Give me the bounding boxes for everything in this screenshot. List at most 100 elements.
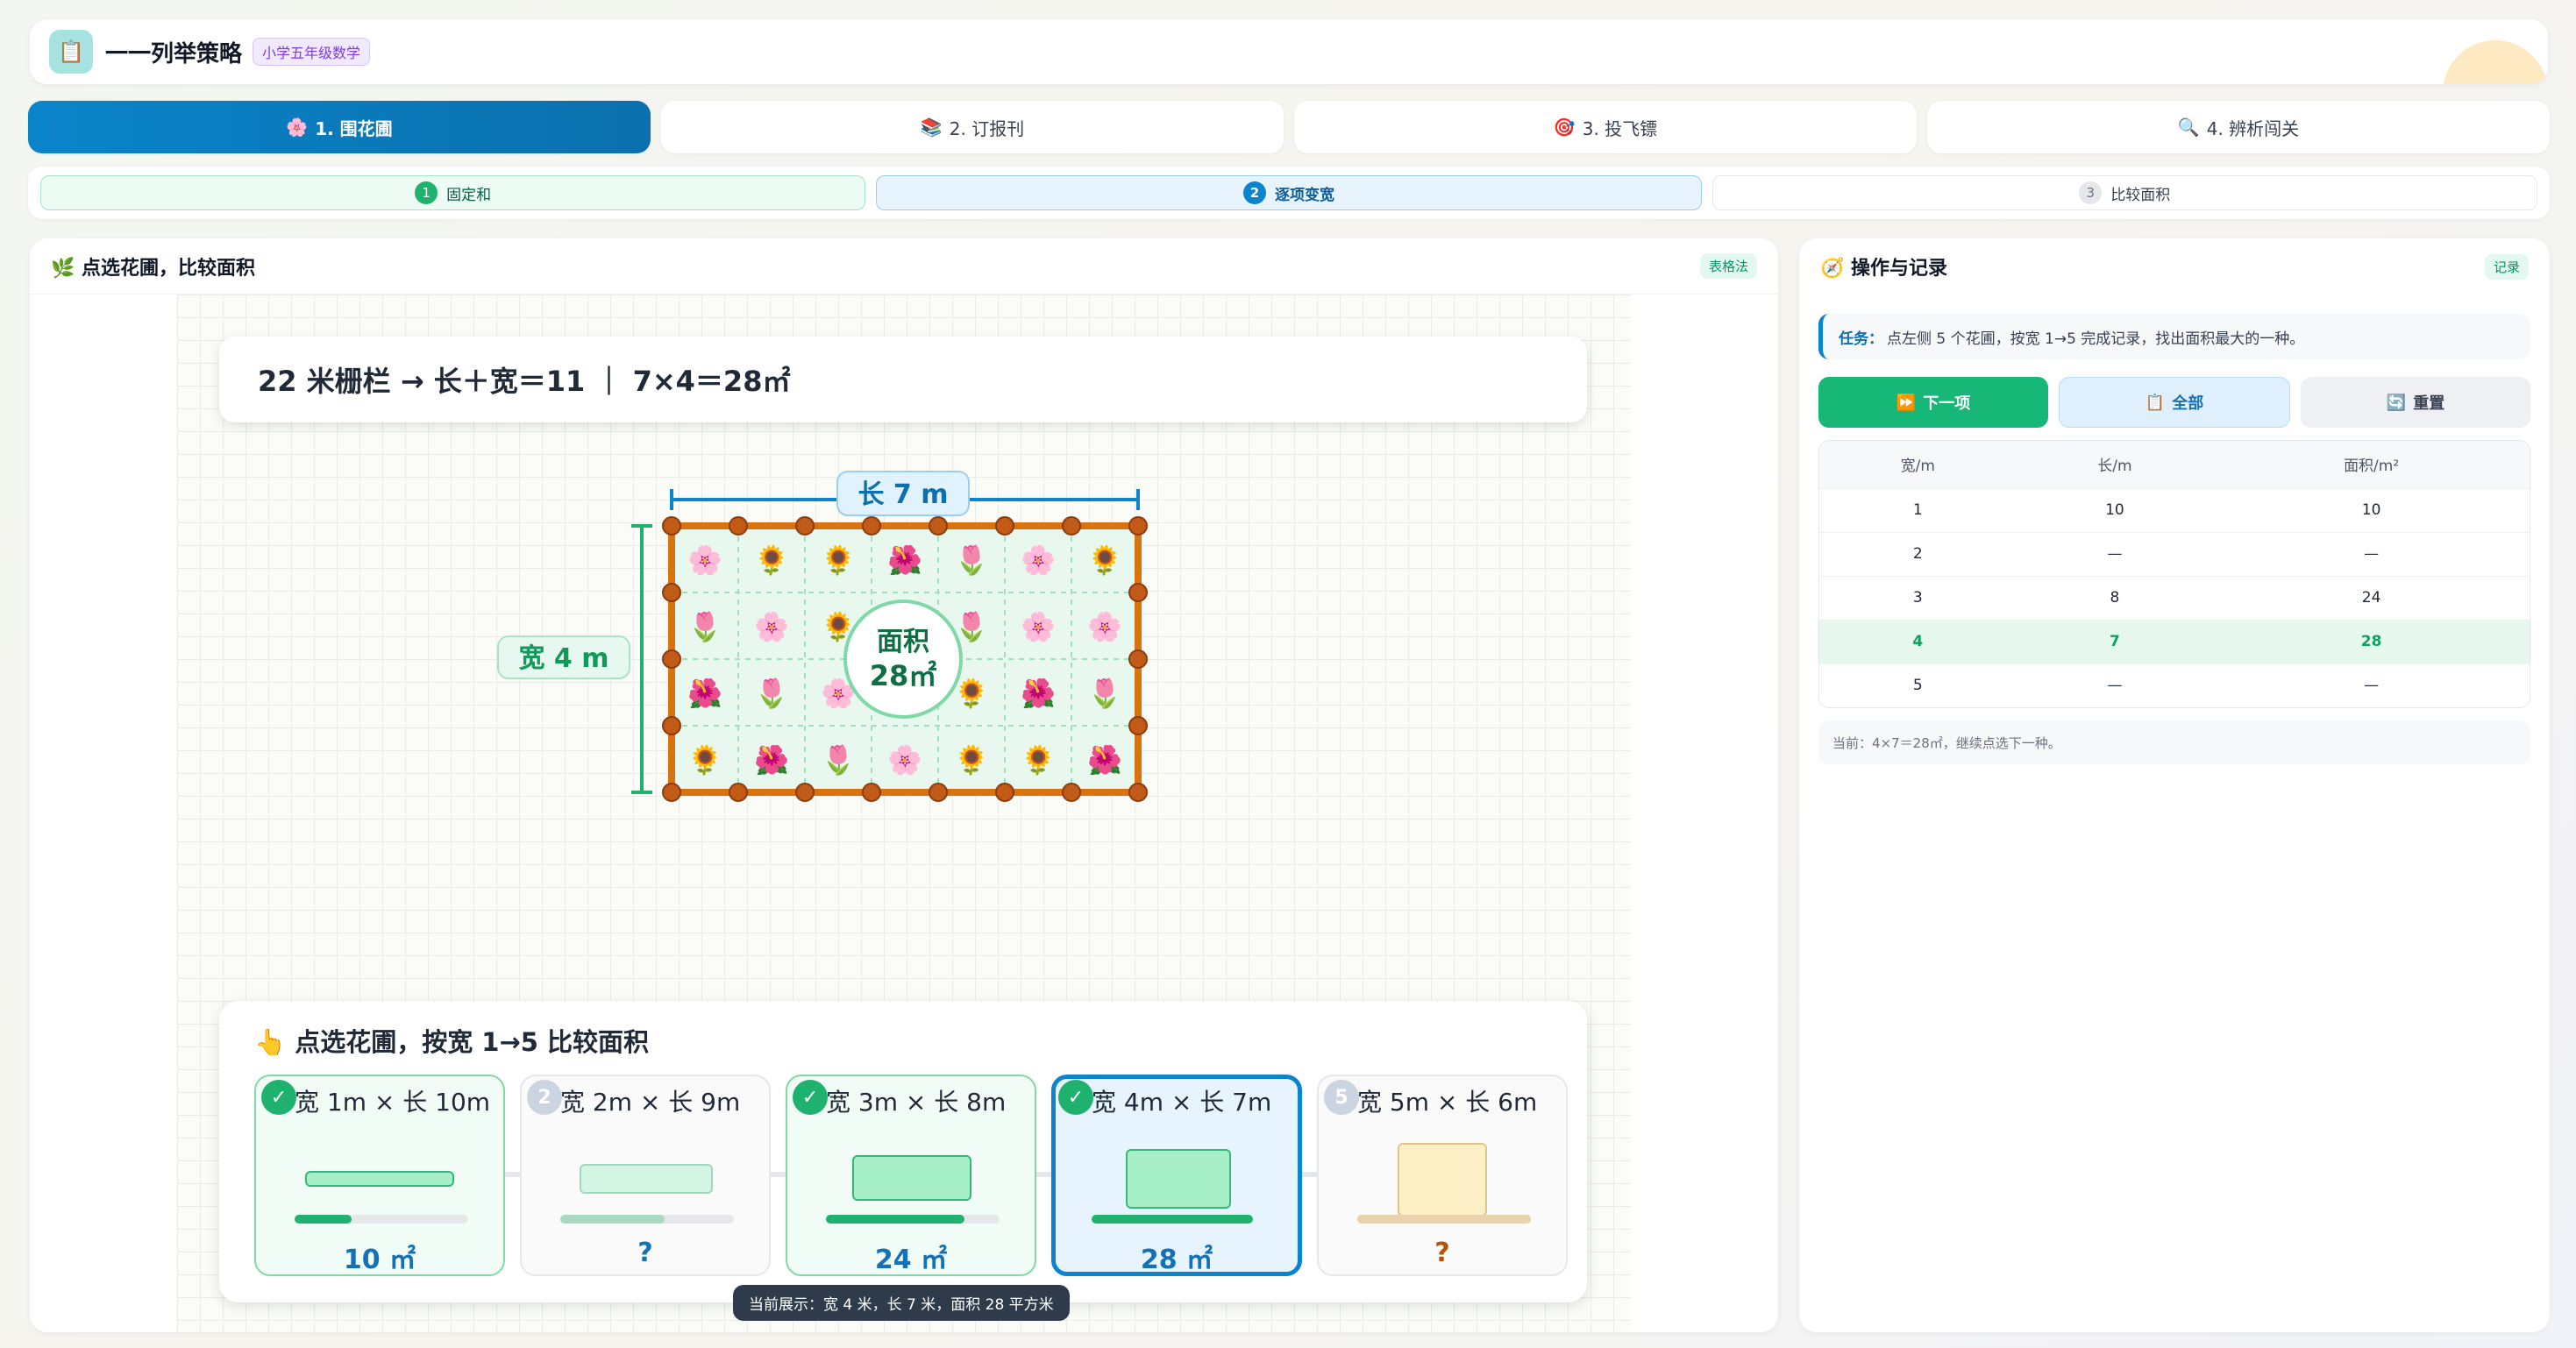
tab-label: 3. 投飞镖 [1582, 117, 1658, 139]
option-number: 5 [1324, 1080, 1359, 1115]
option-label: 宽 5m × 长 6m [1357, 1088, 1538, 1117]
garden-option-1[interactable]: ✓ 宽 1m × 长 10m 10 ㎡ [254, 1075, 505, 1276]
column-header: 长/m [2016, 441, 2214, 488]
fence-post [662, 583, 681, 602]
task-lead: 任务： [1839, 330, 1883, 348]
fence-post [1062, 783, 1081, 802]
sunflower-icon: 🌻 [821, 543, 856, 577]
garden-option-4[interactable]: ✓ 宽 4m × 长 7m 28 ㎡ [1051, 1075, 1302, 1276]
garden-shape [1398, 1143, 1487, 1217]
table-row[interactable]: 3 8 24 [1819, 575, 2530, 620]
option-area: ? [1434, 1238, 1450, 1268]
garden-shape [580, 1164, 713, 1194]
cherry-blossom-icon: 🌸 [1021, 543, 1056, 577]
step-widen[interactable]: 2 逐项变宽 [876, 175, 1702, 210]
fence-post [729, 783, 748, 802]
table-cell: 28 [2213, 619, 2530, 663]
garden-option-3[interactable]: ✓ 宽 3m × 长 8m 24 ㎡ [786, 1075, 1036, 1276]
fence-post [862, 516, 881, 536]
check-icon: ✓ [261, 1080, 296, 1115]
grade-badge: 小学五年级数学 [253, 38, 371, 66]
record-panel: 🧭 操作与记录 记录 任务： 点左侧 5 个花圃，按宽 1→5 完成记录，找出面… [1799, 238, 2550, 1332]
fence-post [795, 516, 815, 536]
area-bar-fill [1092, 1215, 1254, 1224]
record-table: 宽/m 长/m 面积/m² 1 10 10 2 — — 3 8 24 4 7 2… [1818, 440, 2530, 708]
fence-post [929, 516, 948, 536]
current-note: 当前：4×7＝28㎡，继续点选下一种。 [1818, 720, 2530, 764]
fence-post [995, 516, 1014, 536]
sunflower-icon: 🌻 [1087, 543, 1122, 577]
fence-post [929, 783, 948, 802]
area-bar-fill [560, 1215, 665, 1224]
control-buttons: ⏩ 下一项 📋 全部 🔄 重置 [1818, 377, 2530, 428]
area-bar [1357, 1215, 1531, 1224]
cherry-blossom-icon: 🌸 [887, 743, 922, 777]
table-cell: 5 [1819, 663, 2017, 707]
sunflower-icon: 🌻 [954, 677, 989, 710]
sunflower-icon: 🌻 [954, 743, 989, 777]
option-connector [1035, 1172, 1052, 1177]
next-button[interactable]: ⏩ 下一项 [1818, 377, 2048, 428]
status-tooltip: 当前展示：宽 4 米，长 7 米，面积 28 平方米 [733, 1285, 1070, 1321]
fence-post [662, 516, 681, 536]
fence-post [795, 783, 815, 802]
table-header: 宽/m 长/m 面积/m² [1819, 441, 2530, 488]
button-label: 重置 [2413, 394, 2445, 413]
garden-shape [1126, 1149, 1231, 1209]
option-connector [769, 1172, 786, 1177]
option-label: 宽 3m × 长 8m [826, 1088, 1007, 1117]
area-bar [826, 1215, 1000, 1224]
table-row[interactable]: 1 10 10 [1819, 487, 2530, 532]
show-all-button[interactable]: 📋 全部 [2059, 377, 2290, 428]
table-cell: 1 [1819, 487, 2017, 532]
step-label: 比较面积 [2110, 186, 2171, 204]
option-area: 10 ㎡ [343, 1245, 416, 1275]
refresh-icon: 🔄 [2386, 393, 2407, 412]
option-label: 宽 1m × 长 10m [295, 1088, 491, 1117]
option-label: 宽 2m × 长 9m [560, 1088, 741, 1117]
reset-button[interactable]: 🔄 重置 [2301, 377, 2530, 428]
sunflower-icon: 🌻 [687, 743, 722, 777]
table-row[interactable]: 2 — — [1819, 531, 2530, 576]
flower-icon: 🌸 [286, 117, 309, 138]
tulip-icon: 🌷 [687, 610, 722, 643]
hibiscus-icon: 🌺 [1087, 743, 1122, 777]
area-bar-fill [1357, 1215, 1531, 1224]
table-cell: 7 [2016, 619, 2214, 663]
tab-challenge[interactable]: 🔍 4. 辨析闯关 [1927, 101, 2550, 153]
notebook-icon: 📋 [49, 30, 93, 74]
fence-post [729, 516, 748, 536]
check-icon: ✓ [1058, 1080, 1093, 1115]
table-cell: — [2213, 531, 2530, 576]
fence-post [862, 783, 881, 802]
tab-newspaper[interactable]: 📚 2. 订报刊 [661, 101, 1284, 153]
garden-option-5[interactable]: 5 宽 5m × 长 6m ? [1317, 1075, 1568, 1276]
fence-post [662, 783, 681, 802]
books-icon: 📚 [920, 117, 943, 138]
step-number: 2 [1242, 181, 1266, 204]
width-label: 宽 4 m [518, 643, 608, 674]
step-compare[interactable]: 3 比较面积 [1711, 175, 2537, 210]
tab-label: 4. 辨析闯关 [2206, 117, 2300, 139]
fence-post [1128, 649, 1148, 669]
button-label: 下一项 [1923, 394, 1971, 413]
tab-darts[interactable]: 🎯 3. 投飞镖 [1294, 101, 1917, 153]
area-bar [560, 1215, 734, 1224]
table-row[interactable]: 5 — — [1819, 663, 2530, 707]
table-cell: 2 [1819, 531, 2017, 576]
target-icon: 🎯 [1553, 117, 1576, 138]
panel-title: 🧭 操作与记录 [1820, 258, 1948, 280]
tulip-icon: 🌷 [1087, 677, 1122, 710]
table-row-highlighted[interactable]: 4 7 28 [1819, 619, 2530, 663]
formula-card: 22 米栅栏 → 长＋宽＝11 ｜ 7×4＝28㎡ [219, 337, 1587, 422]
fence-post [1128, 516, 1148, 536]
area-value: 28㎡ [870, 659, 937, 692]
garden-option-2[interactable]: 2 宽 2m × 长 9m ? [520, 1075, 771, 1276]
area-bar [295, 1215, 468, 1224]
decorative-blob [2443, 40, 2548, 84]
tab-garden[interactable]: 🌸 1. 围花圃 [28, 101, 651, 153]
tulip-icon: 🌷 [954, 610, 989, 643]
panel-header: 🌿 点选花圃，比较面积 表格法 [30, 238, 1778, 294]
method-badge: 表格法 [1699, 253, 1757, 279]
step-fixed-sum[interactable]: 1 固定和 [40, 175, 866, 210]
